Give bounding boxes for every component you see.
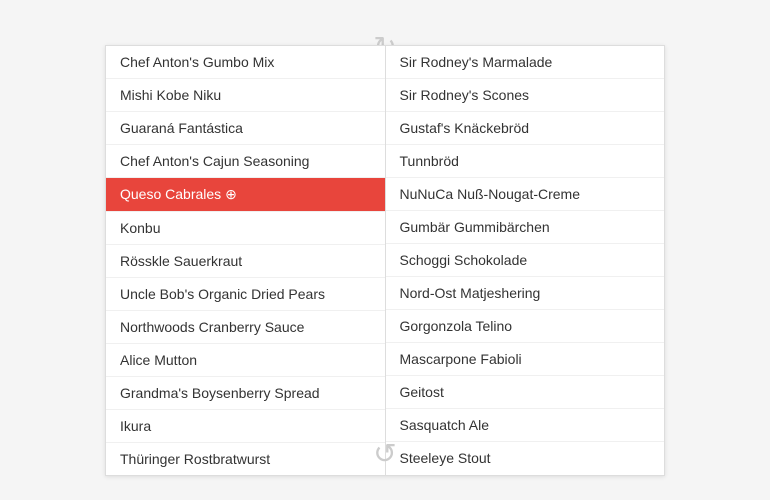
list-item[interactable]: Gustaf's Knäckebröd (386, 112, 665, 145)
page-container: ↻ Chef Anton's Gumbo MixMishi Kobe NikuG… (0, 0, 770, 500)
lists-container: Chef Anton's Gumbo MixMishi Kobe NikuGua… (105, 45, 665, 476)
list-item[interactable]: Uncle Bob's Organic Dried Pears (106, 278, 385, 311)
left-list-panel: Chef Anton's Gumbo MixMishi Kobe NikuGua… (106, 46, 386, 475)
list-item[interactable]: Steeleye Stout (386, 442, 665, 474)
list-item[interactable]: Tunnbröd (386, 145, 665, 178)
right-list-panel: Sir Rodney's MarmaladeSir Rodney's Scone… (386, 46, 665, 475)
list-item[interactable]: Northwoods Cranberry Sauce (106, 311, 385, 344)
list-item[interactable]: Chef Anton's Gumbo Mix (106, 46, 385, 79)
list-item[interactable]: Alice Mutton (106, 344, 385, 377)
list-item[interactable]: Guaraná Fantástica (106, 112, 385, 145)
list-item[interactable]: Rösskle Sauerkraut (106, 245, 385, 278)
drag-cursor-icon: ⊕ (225, 186, 237, 202)
list-item[interactable]: Ikura (106, 410, 385, 443)
list-item[interactable]: Nord-Ost Matjeshering (386, 277, 665, 310)
list-item[interactable]: Geitost (386, 376, 665, 409)
list-item[interactable]: Schoggi Schokolade (386, 244, 665, 277)
arrow-bottom-icon[interactable]: ↺ (373, 437, 396, 470)
list-item[interactable]: Gorgonzola Telino (386, 310, 665, 343)
list-item[interactable]: Mascarpone Fabioli (386, 343, 665, 376)
list-item[interactable]: Sir Rodney's Scones (386, 79, 665, 112)
list-item[interactable]: NuNuCa Nuß-Nougat-Creme (386, 178, 665, 211)
list-item[interactable]: Konbu (106, 212, 385, 245)
list-item[interactable]: Mishi Kobe Niku (106, 79, 385, 112)
list-item[interactable]: Gumbär Gummibärchen (386, 211, 665, 244)
list-item[interactable]: Sasquatch Ale (386, 409, 665, 442)
list-item[interactable]: Thüringer Rostbratwurst (106, 443, 385, 475)
list-item[interactable]: Grandma's Boysenberry Spread (106, 377, 385, 410)
list-item[interactable]: Chef Anton's Cajun Seasoning (106, 145, 385, 178)
list-item[interactable]: Sir Rodney's Marmalade (386, 46, 665, 79)
list-item[interactable]: Queso Cabrales ⊕ (106, 178, 385, 212)
